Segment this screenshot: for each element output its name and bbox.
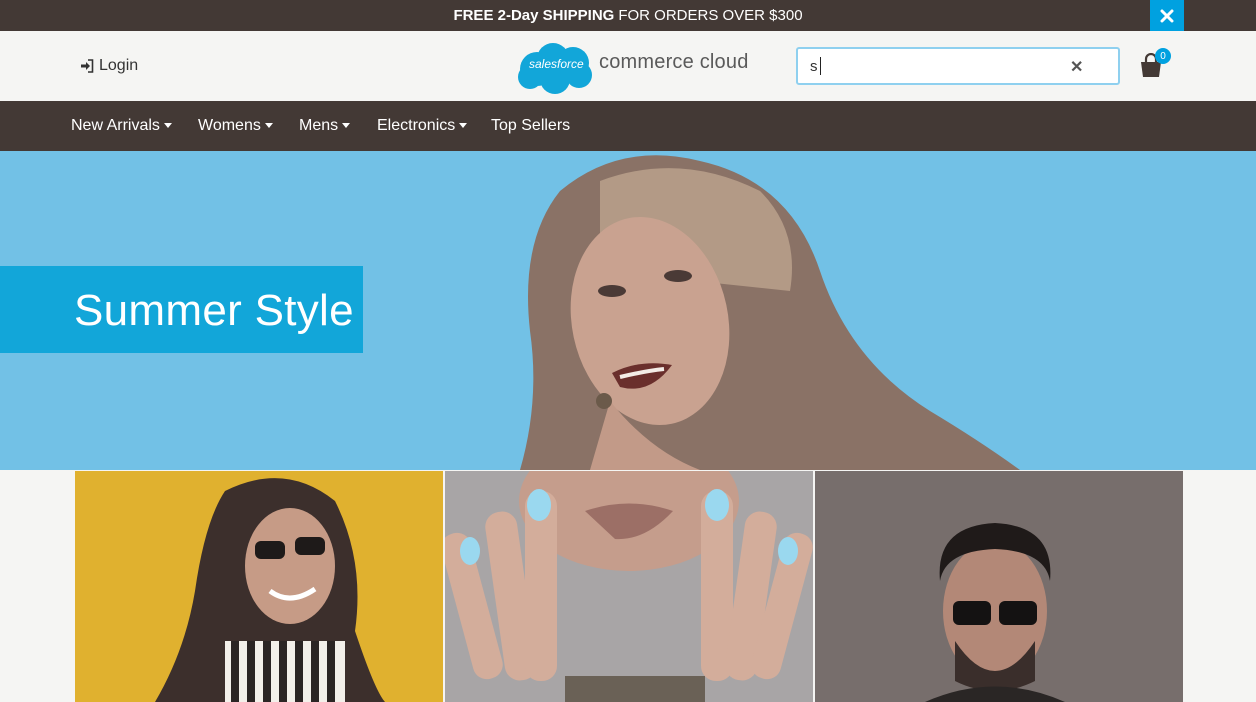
logo-commerce-text: commerce cloud bbox=[599, 51, 749, 73]
logo-salesforce-text: salesforce bbox=[529, 57, 584, 71]
man-sunglasses-image bbox=[815, 471, 1183, 702]
nav-label: New Arrivals bbox=[71, 117, 160, 134]
search-box[interactable]: ✕ bbox=[796, 47, 1120, 85]
nav-label: Womens bbox=[198, 117, 261, 134]
search-input[interactable] bbox=[810, 56, 1060, 76]
hands-manicure-image bbox=[445, 471, 813, 702]
category-tile-accessories[interactable] bbox=[445, 471, 813, 702]
nav-item-top-sellers[interactable]: Top Sellers bbox=[491, 117, 570, 135]
close-icon[interactable] bbox=[1150, 0, 1184, 31]
sign-in-icon bbox=[81, 59, 94, 73]
hero-title-box: Summer Style bbox=[0, 266, 363, 353]
promo-bold-text: FREE 2-Day SHIPPING bbox=[453, 7, 615, 24]
nav-item-womens[interactable]: Womens bbox=[198, 117, 273, 135]
woman-sunglasses-image bbox=[155, 478, 385, 702]
nav-item-new-arrivals[interactable]: New Arrivals bbox=[71, 117, 172, 135]
caret-down-icon bbox=[163, 122, 172, 128]
promo-text: FOR ORDERS OVER $300 bbox=[618, 7, 803, 24]
login-label: Login bbox=[99, 57, 139, 74]
nav-label: Mens bbox=[299, 117, 339, 134]
category-tile-mens[interactable] bbox=[815, 471, 1183, 702]
hero-banner[interactable]: Summer Style bbox=[0, 151, 1256, 470]
clear-search-icon[interactable]: ✕ bbox=[1070, 57, 1083, 77]
hero-title: Summer Style bbox=[74, 286, 354, 335]
nav-item-mens[interactable]: Mens bbox=[299, 117, 351, 135]
nav-item-electronics[interactable]: Electronics bbox=[377, 117, 468, 135]
cart-count-badge: 0 bbox=[1155, 48, 1171, 64]
caret-down-icon bbox=[342, 122, 351, 128]
caret-down-icon bbox=[264, 122, 273, 128]
text-cursor-icon bbox=[820, 57, 828, 75]
category-tile-womens[interactable] bbox=[75, 471, 443, 702]
caret-down-icon bbox=[459, 122, 468, 128]
promo-banner: FREE 2-Day SHIPPING FOR ORDERS OVER $300 bbox=[0, 0, 1256, 31]
nav-label: Electronics bbox=[377, 117, 456, 134]
main-nav: New Arrivals Womens Mens Electronics Top… bbox=[0, 101, 1256, 151]
login-link[interactable]: Login bbox=[80, 57, 138, 75]
nav-label: Top Sellers bbox=[491, 117, 571, 134]
site-header: Login salesforce commerce cloud ✕ 0 bbox=[0, 31, 1256, 101]
salesforce-commerce-cloud-logo[interactable]: salesforce commerce cloud bbox=[515, 39, 755, 95]
